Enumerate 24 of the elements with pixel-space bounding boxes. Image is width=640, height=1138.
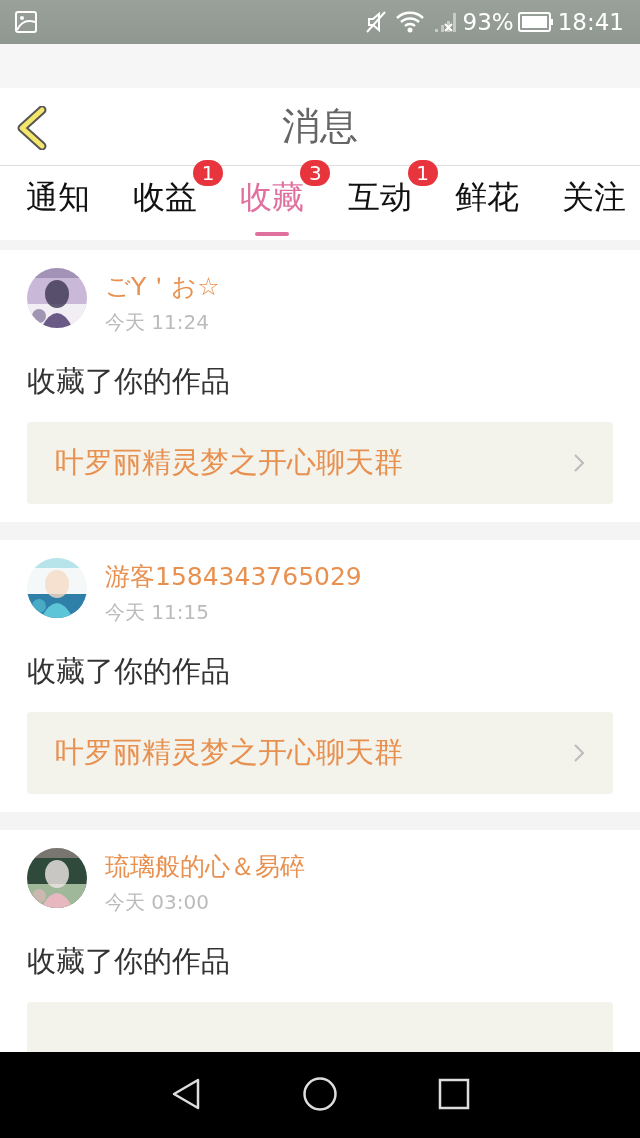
signal-icon	[432, 10, 459, 34]
tab[interactable]: 鲜花	[454, 166, 519, 240]
user-name: ごY＇お☆	[105, 271, 220, 303]
battery-icon	[517, 11, 554, 33]
user-name: 游客1584343765029	[105, 561, 362, 593]
timestamp: 今天 11:24	[105, 309, 210, 336]
timestamp: 今天 11:15	[105, 599, 210, 626]
tab[interactable]: 关注	[561, 166, 626, 240]
count-badge: 1	[193, 160, 224, 186]
count-badge: 1	[407, 160, 438, 186]
message-text: 收藏了你的作品	[27, 943, 231, 980]
message-text: 收藏了你的作品	[27, 653, 231, 690]
chevron-right-icon	[573, 453, 585, 473]
message-text: 收藏了你的作品	[27, 363, 231, 400]
page-title: 消息	[282, 103, 358, 150]
clock: 18:41	[557, 9, 624, 35]
battery-percent: 93%	[462, 9, 514, 35]
tab[interactable]: 通知	[26, 166, 90, 240]
gallery-icon	[14, 10, 38, 34]
mute-icon	[364, 10, 387, 34]
wifi-icon	[394, 10, 425, 34]
user-name: 琉璃般的心＆易碎	[105, 851, 305, 883]
chevron-right-icon	[573, 743, 585, 763]
timestamp: 今天 03:00	[105, 889, 210, 916]
